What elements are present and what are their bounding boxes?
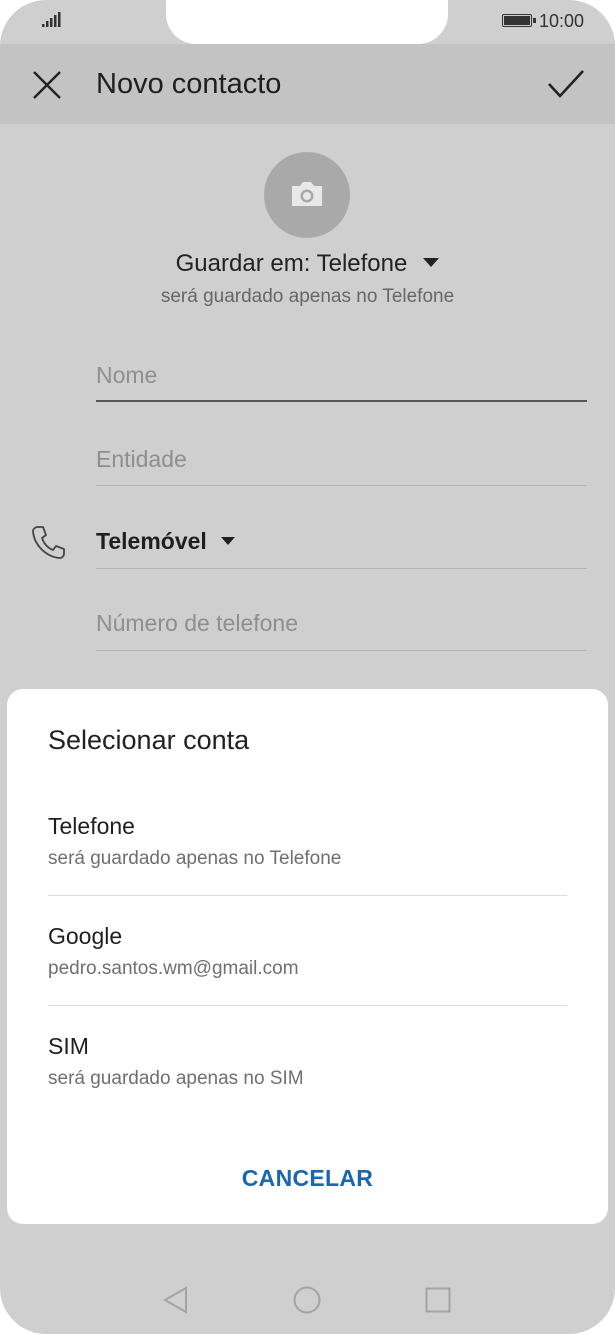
check-icon[interactable] <box>546 68 586 100</box>
battery-icon <box>502 14 536 27</box>
save-location-dropdown[interactable]: Guardar em: Telefone <box>0 250 615 278</box>
nav-home-icon[interactable] <box>293 1286 321 1314</box>
dropdown-arrow-icon <box>423 258 440 268</box>
save-location-label: Guardar em: Telefone <box>175 250 408 277</box>
entity-field[interactable]: Entidade <box>96 446 587 473</box>
dialog-title: Selecionar conta <box>48 725 250 755</box>
dropdown-arrow-icon <box>220 536 235 545</box>
close-icon[interactable] <box>30 68 64 102</box>
camera-notch <box>166 0 448 44</box>
name-field-underline <box>96 400 587 402</box>
nav-back-icon[interactable] <box>162 1286 190 1314</box>
cancel-button[interactable]: CANCELAR <box>7 1165 608 1192</box>
phone-icon <box>32 526 65 559</box>
option-subtitle: será guardado apenas no SIM <box>48 1068 304 1089</box>
divider <box>48 1005 567 1006</box>
phone-number-underline <box>96 650 587 651</box>
phone-screen: 10:00 Novo contacto Guardar em: Telefone… <box>0 0 615 1334</box>
signal-icon <box>42 12 61 27</box>
phone-number-field[interactable]: Número de telefone <box>96 610 587 637</box>
entity-field-underline <box>96 485 587 486</box>
option-title: Telefone <box>48 813 135 839</box>
divider <box>48 895 567 896</box>
option-title: SIM <box>48 1033 89 1059</box>
status-time: 10:00 <box>539 11 585 31</box>
save-location-subtitle: será guardado apenas no Telefone <box>160 286 455 307</box>
option-subtitle: pedro.santos.wm@gmail.com <box>48 958 299 979</box>
nav-recent-icon[interactable] <box>425 1287 451 1313</box>
phone-type-label: Telemóvel <box>96 528 207 554</box>
page-title: Novo contacto <box>96 68 282 100</box>
option-title: Google <box>48 923 123 949</box>
name-field[interactable]: Nome <box>96 362 587 389</box>
camera-icon <box>292 182 322 206</box>
option-subtitle: será guardado apenas no Telefone <box>48 848 342 869</box>
phone-type-dropdown[interactable]: Telemóvel <box>96 528 235 555</box>
select-account-dialog: Selecionar conta Telefone será guardado … <box>7 689 608 1224</box>
phone-type-underline <box>96 568 587 569</box>
contact-photo-button[interactable] <box>264 152 350 238</box>
app-bar: Novo contacto <box>0 44 615 124</box>
